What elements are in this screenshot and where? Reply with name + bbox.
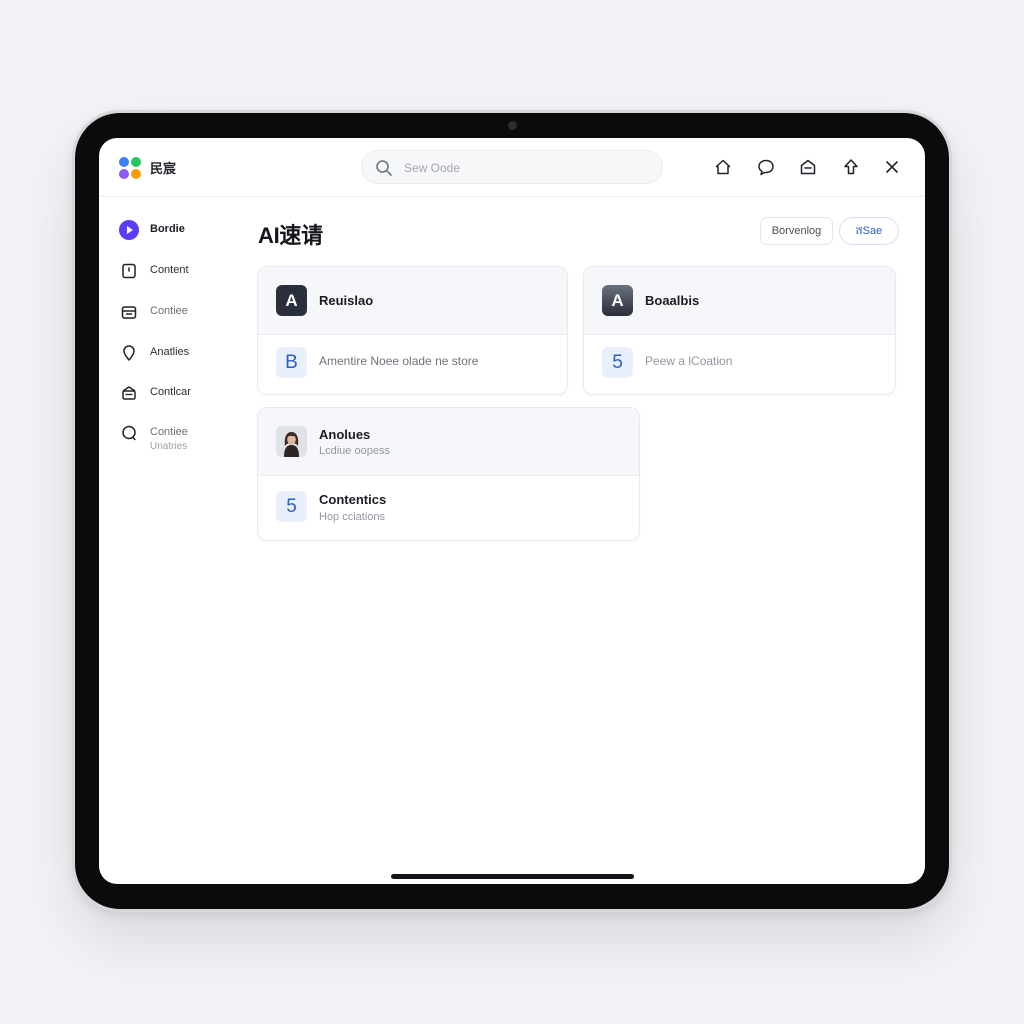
card-row-badge: 5 [602, 347, 633, 378]
content-card[interactable]: A Boaalbis 5 Peew a lCoation [583, 266, 896, 395]
card-row[interactable]: 5 Peew a lCoation [584, 335, 895, 394]
sidebar-item-sublabel: Unatries [150, 441, 188, 452]
tablet-bezel: 民宸 Sew Oode Bordie Content Contiee Anatl… [75, 113, 949, 909]
tablet-frame: 民宸 Sew Oode Bordie Content Contiee Anatl… [72, 110, 952, 912]
app-logo-icon [119, 157, 143, 181]
card-row[interactable]: 5 Contentics Hop cciations [258, 476, 639, 536]
home-indicator[interactable] [391, 874, 634, 879]
search-bar[interactable] [361, 150, 663, 184]
sidebar-item-bordie[interactable]: Bordie [119, 218, 229, 242]
secondary-button[interactable]: Borvenlog [760, 217, 833, 245]
app-screen: 民宸 Sew Oode Bordie Content Contiee Anatl… [99, 138, 925, 884]
sidebar-item-contiee[interactable]: Contiee [119, 300, 229, 324]
close-icon[interactable] [882, 157, 902, 177]
card-row-badge: 5 [276, 491, 307, 522]
card-title: Anolues [319, 427, 371, 442]
upload-icon[interactable] [841, 157, 861, 177]
page-title: AI速请 [258, 223, 323, 248]
app-name: 民宸 [150, 161, 177, 176]
card-badge: A [602, 285, 633, 316]
content-card[interactable]: A Reuislao B Amentire Noee olade ne stor… [257, 266, 568, 395]
archive-box-icon [119, 302, 139, 322]
sidebar: Bordie Content Contiee Anatlies Contlcar… [99, 198, 239, 884]
card-header: A Boaalbis [584, 267, 895, 335]
chat-circle-icon [119, 423, 139, 443]
sidebar-item-label: Content [150, 264, 189, 276]
chat-bubble-icon[interactable] [756, 157, 776, 177]
sidebar-item-content[interactable]: Content [119, 259, 229, 283]
play-circle-icon [119, 220, 139, 240]
card-row-subtitle: Hop cciations [319, 511, 386, 523]
card-row-text: Amentire Noee olade ne store [319, 354, 479, 368]
location-pin-icon [119, 343, 139, 363]
card-header: Anolues Lcdiue oopess [258, 408, 639, 476]
person-avatar [276, 426, 307, 457]
sidebar-item-label: Contiee [150, 305, 188, 317]
top-bar: 民宸 [99, 138, 925, 197]
card-badge: A [276, 285, 307, 316]
content-card[interactable]: Anolues Lcdiue oopess 5 Contentics Hop c… [257, 407, 640, 541]
sidebar-item-anatlies[interactable]: Anatlies [119, 341, 229, 365]
search-input[interactable] [402, 158, 646, 178]
card-title: Reuislao [319, 293, 374, 308]
card-row-title: Contentics [319, 492, 387, 507]
card-header: A Reuislao [258, 267, 567, 335]
sidebar-item-label: Bordie [150, 223, 185, 235]
card-subtitle: Lcdiue oopess [319, 445, 390, 457]
sidebar-item-label: Contiee [150, 426, 188, 438]
card-title: Boaalbis [645, 293, 700, 308]
home-outline-icon[interactable] [713, 157, 733, 177]
sidebar-item-label: Anatlies [150, 346, 190, 358]
front-camera [508, 121, 517, 130]
tray-icon [119, 383, 139, 403]
inbox-icon[interactable] [798, 157, 818, 177]
sidebar-item-contiee-unatries[interactable]: Contiee Unatries [119, 421, 229, 455]
search-icon [376, 160, 392, 176]
sidebar-item-label: Contlcar [150, 386, 191, 398]
sidebar-item-contlcar[interactable]: Contlcar [119, 381, 229, 405]
primary-button[interactable]: ሸSae [839, 217, 899, 245]
card-row-badge: B [276, 347, 307, 378]
card-row[interactable]: B Amentire Noee olade ne store [258, 335, 567, 394]
document-icon [119, 261, 139, 281]
card-row-text: Peew a lCoation [645, 354, 733, 368]
